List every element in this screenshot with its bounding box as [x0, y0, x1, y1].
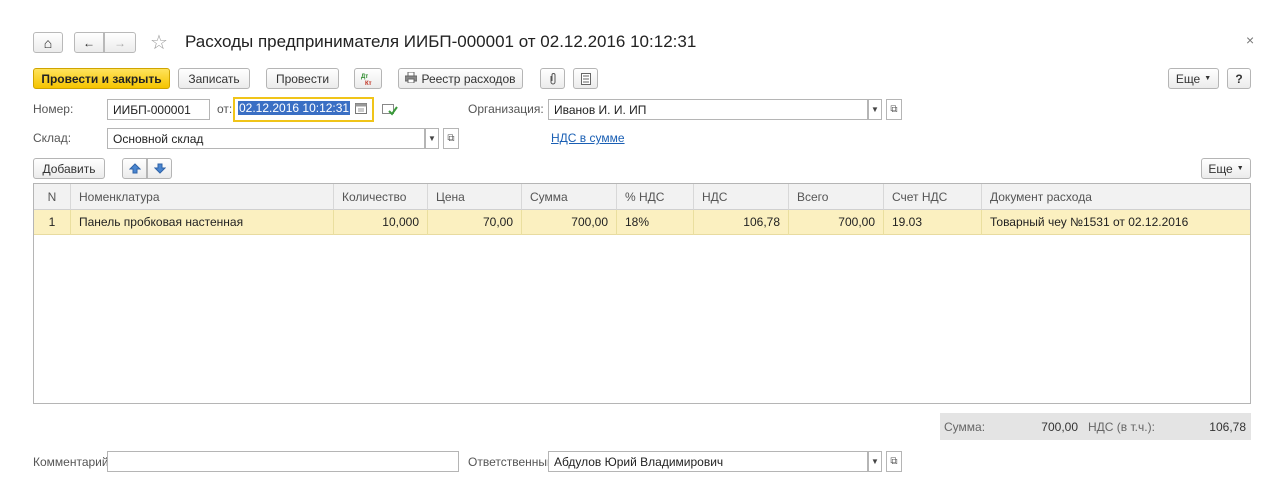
- svg-text:Дт: Дт: [361, 74, 368, 80]
- open-window-icon: ⧉: [890, 456, 898, 467]
- cell-total[interactable]: 700,00: [789, 210, 884, 235]
- column-header-vat[interactable]: НДС: [694, 184, 789, 210]
- organization-dropdown-button[interactable]: ▼: [868, 99, 882, 120]
- document-list-icon: [580, 72, 591, 85]
- cell-expense-document[interactable]: Товарный чеу №1531 от 02.12.2016: [982, 210, 1250, 235]
- more-button[interactable]: Еще ▼: [1168, 68, 1219, 89]
- svg-text:Кт: Кт: [365, 81, 372, 86]
- arrow-up-icon: [128, 163, 141, 174]
- printer-icon: [404, 71, 418, 86]
- column-header-sum[interactable]: Сумма: [522, 184, 617, 210]
- comment-label: Комментарий:: [33, 455, 112, 469]
- help-label: ?: [1235, 71, 1243, 86]
- column-header-quantity[interactable]: Количество: [334, 184, 428, 210]
- post-and-close-label: Провести и закрыть: [41, 71, 162, 86]
- date-field[interactable]: 02.12.2016 10:12:31: [233, 97, 374, 122]
- organization-field[interactable]: Иванов И. И. ИП: [548, 99, 868, 120]
- page-title: Расходы предпринимателя ИИБП-000001 от 0…: [185, 32, 697, 51]
- report-button[interactable]: [573, 68, 598, 89]
- dt-kt-button[interactable]: Дт Кт: [354, 68, 382, 89]
- table-more-label: Еще: [1208, 161, 1233, 176]
- calendar-icon[interactable]: [355, 103, 369, 116]
- post-label: Провести: [275, 71, 330, 86]
- back-button[interactable]: ←: [74, 32, 104, 53]
- close-icon[interactable]: ×: [1246, 32, 1254, 48]
- save-button[interactable]: Записать: [178, 68, 250, 89]
- move-down-button[interactable]: [147, 158, 172, 179]
- responsible-label: Ответственный:: [468, 455, 558, 469]
- responsible-field[interactable]: Абдулов Юрий Владимирович: [548, 451, 868, 472]
- arrow-down-icon: [153, 163, 166, 174]
- column-header-expense-document[interactable]: Документ расхода: [982, 184, 1250, 210]
- column-header-nomenclature[interactable]: Номенклатура: [71, 184, 334, 210]
- chevron-down-icon: ▼: [871, 457, 879, 466]
- responsible-dropdown-button[interactable]: ▼: [868, 451, 882, 472]
- table-row[interactable]: 1 Панель пробковая настенная 10,000 70,0…: [34, 210, 1250, 235]
- totals-bar: Сумма: 700,00 НДС (в т.ч.): 106,78: [940, 413, 1251, 440]
- sum-label: Сумма:: [944, 420, 986, 434]
- organization-open-button[interactable]: ⧉: [886, 99, 902, 120]
- cell-quantity[interactable]: 10,000: [334, 210, 428, 235]
- open-window-icon: ⧉: [447, 133, 455, 144]
- cell-vat-rate[interactable]: 18%: [617, 210, 694, 235]
- cell-vat[interactable]: 106,78: [694, 210, 789, 235]
- add-row-button[interactable]: Добавить: [33, 158, 105, 179]
- cell-vat-account[interactable]: 19.03: [884, 210, 982, 235]
- document-status-icon[interactable]: [382, 103, 398, 119]
- responsible-open-button[interactable]: ⧉: [886, 451, 902, 472]
- move-up-button[interactable]: [122, 158, 147, 179]
- date-value: 02.12.2016 10:12:31: [238, 101, 351, 115]
- chevron-down-icon: ▼: [1236, 165, 1244, 172]
- dt-kt-icon: Дт Кт: [361, 74, 372, 86]
- number-label: Номер:: [33, 102, 74, 116]
- more-label: Еще: [1175, 71, 1201, 86]
- home-button[interactable]: ⌂: [33, 32, 63, 53]
- add-row-label: Добавить: [42, 161, 96, 176]
- warehouse-dropdown-button[interactable]: ▼: [425, 128, 439, 149]
- help-button[interactable]: ?: [1227, 68, 1251, 89]
- forward-arrow-icon: →: [114, 35, 126, 50]
- post-and-close-button[interactable]: Провести и закрыть: [33, 68, 170, 89]
- vat-total-value: 106,78: [1209, 420, 1246, 434]
- column-header-price[interactable]: Цена: [428, 184, 522, 210]
- cell-sum[interactable]: 700,00: [522, 210, 617, 235]
- number-field[interactable]: ИИБП-000001: [107, 99, 210, 120]
- vat-total-label: НДС (в т.ч.):: [1088, 420, 1155, 434]
- expense-registry-button[interactable]: Реестр расходов: [398, 68, 523, 89]
- cell-n: 1: [34, 210, 71, 235]
- column-header-vat-account[interactable]: Счет НДС: [884, 184, 982, 210]
- column-header-total[interactable]: Всего: [789, 184, 884, 210]
- warehouse-label: Склад:: [33, 131, 72, 145]
- warehouse-open-button[interactable]: ⧉: [443, 128, 459, 149]
- back-arrow-icon: ←: [83, 35, 95, 50]
- expenses-table[interactable]: N Номенклатура Количество Цена Сумма % Н…: [33, 183, 1251, 404]
- chevron-down-icon: ▼: [871, 105, 879, 114]
- column-header-vat-rate[interactable]: % НДС: [617, 184, 694, 210]
- vat-in-sum-link[interactable]: НДС в сумме: [551, 131, 625, 145]
- comment-field[interactable]: [107, 451, 459, 472]
- save-label: Записать: [188, 71, 240, 86]
- column-header-n[interactable]: N: [34, 184, 71, 210]
- star-icon[interactable]: ☆: [150, 30, 168, 55]
- chevron-down-icon: ▼: [428, 134, 436, 143]
- attach-button[interactable]: [540, 68, 565, 89]
- table-more-button[interactable]: Еще ▼: [1201, 158, 1251, 179]
- forward-button[interactable]: →: [104, 32, 136, 53]
- cell-price[interactable]: 70,00: [428, 210, 522, 235]
- post-button[interactable]: Провести: [266, 68, 339, 89]
- warehouse-field[interactable]: Основной склад: [107, 128, 425, 149]
- sum-value: 700,00: [1041, 420, 1078, 434]
- open-window-icon: ⧉: [890, 104, 898, 115]
- date-label: от:: [217, 102, 233, 116]
- organization-label: Организация:: [468, 102, 544, 116]
- paperclip-icon: [550, 72, 555, 84]
- chevron-down-icon: ▼: [1204, 75, 1212, 82]
- expense-registry-label: Реестр расходов: [421, 71, 516, 86]
- home-icon: ⌂: [43, 34, 53, 51]
- cell-nomenclature[interactable]: Панель пробковая настенная: [71, 210, 334, 235]
